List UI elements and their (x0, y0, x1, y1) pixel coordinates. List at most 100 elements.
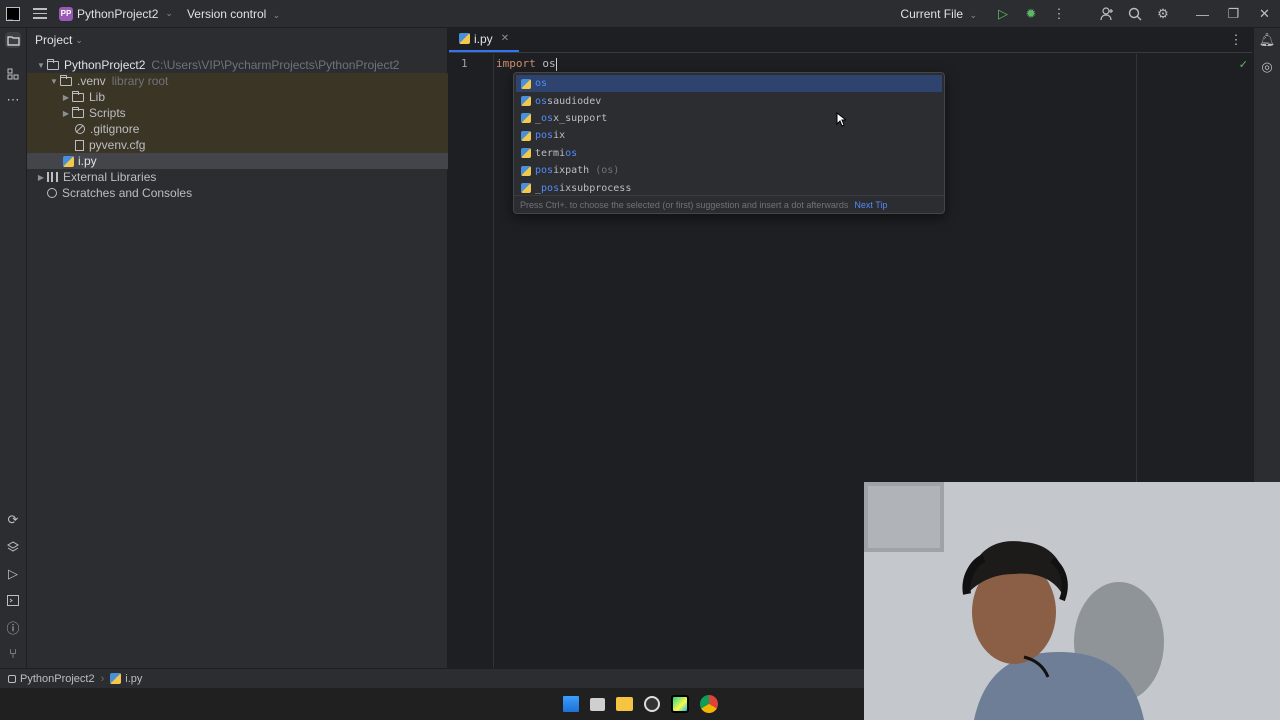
ai-assistant-icon[interactable]: ◎ (1259, 59, 1275, 75)
app-icon[interactable] (643, 696, 660, 712)
tree-item-label: .venv (77, 74, 106, 88)
completion-match: pos (535, 165, 554, 177)
completion-item[interactable]: pos ixpath (os) (514, 162, 944, 179)
project-panel: Project ⌄ ▼ PythonProject2 C:\Users\VIP\… (27, 28, 448, 668)
tree-item-lib[interactable]: ▶ Lib (27, 89, 448, 105)
tree-item-label: Lib (89, 90, 106, 104)
completion-item[interactable]: termi os (514, 145, 944, 162)
tree-item-gitignore[interactable]: .gitignore (27, 121, 448, 137)
expand-arrow-icon[interactable]: ▶ (60, 109, 72, 118)
python-module-icon (521, 183, 531, 194)
code-keyword: import (496, 57, 536, 70)
pycharm-taskbar-icon[interactable] (670, 695, 689, 713)
project-name: PythonProject2 (77, 6, 159, 21)
code-line[interactable]: import os (496, 57, 557, 71)
tree-item-pyvenv-cfg[interactable]: pyvenv.cfg (27, 137, 448, 153)
completion-item[interactable]: os saudiodev (514, 92, 944, 109)
code-completion-popup: os os saudiodev _ os x_support pos ix termi o… (513, 72, 945, 214)
tab-menu-icon[interactable]: ⋮ (1228, 32, 1244, 48)
run-icon[interactable]: ▷ (995, 6, 1011, 22)
tree-item-label: .gitignore (90, 122, 140, 136)
version-control-menu[interactable]: Version control ⌄ (187, 7, 280, 21)
python-module-icon (521, 130, 531, 141)
problems-icon[interactable]: ⓘ (5, 619, 21, 636)
completion-item[interactable]: _ os x_support (514, 110, 944, 127)
chevron-down-icon: ⌄ (272, 9, 281, 20)
debug-icon[interactable]: ✹ (1023, 6, 1039, 22)
layers-icon[interactable] (5, 539, 21, 555)
project-tree: ▼ PythonProject2 C:\Users\VIP\PycharmPro… (27, 57, 448, 201)
tree-item-label: Scripts (89, 106, 126, 120)
add-user-icon[interactable] (1099, 6, 1115, 22)
task-view-icon[interactable] (589, 697, 605, 711)
search-icon[interactable] (1127, 6, 1143, 22)
completion-hint: (os) (595, 165, 620, 177)
expand-arrow-icon[interactable]: ▶ (60, 93, 72, 102)
config-file-icon (75, 139, 84, 151)
folder-icon (72, 106, 84, 118)
tree-item-scripts[interactable]: ▶ Scripts (27, 105, 448, 121)
completion-item[interactable]: os (516, 75, 942, 93)
minimize-button[interactable]: — (1187, 7, 1218, 22)
tree-item-i-py[interactable]: i.py (27, 153, 448, 169)
python-module-icon (521, 148, 531, 159)
text-caret (555, 57, 557, 71)
expand-arrow-icon[interactable]: ▼ (35, 61, 47, 70)
more-options-icon[interactable]: ⋮ (1051, 6, 1067, 22)
next-tip-link[interactable]: Next Tip (854, 200, 887, 210)
completion-match: os (541, 112, 554, 124)
tab-label: i.py (474, 31, 493, 46)
folder-icon (60, 74, 72, 86)
services-icon[interactable]: ▷ (5, 566, 21, 582)
project-panel-header[interactable]: Project ⌄ (27, 28, 447, 52)
settings-gear-icon[interactable]: ⚙ (1155, 6, 1171, 22)
run-config-selector[interactable]: Current File ⌄ (900, 7, 977, 21)
pycharm-logo-icon: _ (6, 6, 20, 21)
completion-rest: ixsubprocess (559, 182, 632, 194)
breadcrumb-separator-icon: › (100, 672, 105, 685)
completion-match: os (565, 147, 578, 159)
python-module-icon (521, 165, 531, 176)
python-module-icon (521, 96, 531, 107)
module-icon (8, 674, 16, 683)
tree-item-project-root[interactable]: ▼ PythonProject2 C:\Users\VIP\PycharmPro… (27, 57, 448, 73)
main-menu-icon[interactable] (33, 7, 47, 21)
git-branch-icon[interactable]: ⑂ (5, 645, 21, 661)
close-window-button[interactable]: ✕ (1249, 6, 1280, 22)
notifications-bell-icon[interactable]: 🔔︎ (1259, 32, 1276, 48)
breadcrumb-file[interactable]: i.py (125, 673, 142, 685)
expand-arrow-icon[interactable]: ▼ (48, 77, 60, 86)
tree-item-scratches[interactable]: Scratches and Consoles (27, 185, 448, 201)
windows-start-icon[interactable] (562, 696, 579, 712)
completion-item[interactable]: pos ix (514, 127, 944, 144)
folder-icon (47, 58, 59, 70)
close-tab-icon[interactable]: ✕ (501, 33, 509, 44)
project-panel-title: Project (35, 33, 73, 47)
file-explorer-icon[interactable] (615, 697, 633, 711)
tree-item-venv[interactable]: ▼ .venv library root (27, 73, 448, 89)
completion-footer: Press Ctrl+. to choose the selected (or … (514, 195, 944, 213)
tab-i-py[interactable]: i.py ✕ (449, 27, 520, 52)
project-switcher[interactable]: PP PythonProject2 ⌄ (59, 6, 173, 21)
structure-icon[interactable] (5, 66, 21, 82)
webcam-person-image (864, 482, 1280, 720)
restore-button[interactable]: ❐ (1218, 6, 1249, 22)
left-tool-strip: ⋯ ⟳ ▷ ⓘ ⑂ (0, 28, 27, 668)
completion-rest: saudiodev (547, 95, 602, 107)
project-folder-icon[interactable] (5, 32, 21, 48)
no-problems-check-icon[interactable]: ✓ (1239, 58, 1248, 71)
terminal-icon[interactable] (5, 592, 21, 608)
breadcrumb-project[interactable]: PythonProject2 (20, 673, 95, 685)
expand-arrow-icon[interactable]: ▶ (35, 173, 47, 182)
chrome-icon[interactable] (699, 695, 718, 713)
scratches-icon (47, 188, 57, 198)
python-file-icon (110, 673, 122, 684)
completion-rest: x_support (553, 112, 608, 124)
completion-match: pos (541, 182, 560, 194)
completion-match: os (535, 78, 548, 90)
chevron-down-icon: ⌄ (969, 10, 977, 20)
tree-item-external-libraries[interactable]: ▶ External Libraries (27, 169, 448, 185)
more-tools-icon[interactable]: ⋯ (5, 92, 21, 108)
completion-match: os (535, 95, 548, 107)
python-packages-icon[interactable]: ⟳ (5, 512, 21, 528)
